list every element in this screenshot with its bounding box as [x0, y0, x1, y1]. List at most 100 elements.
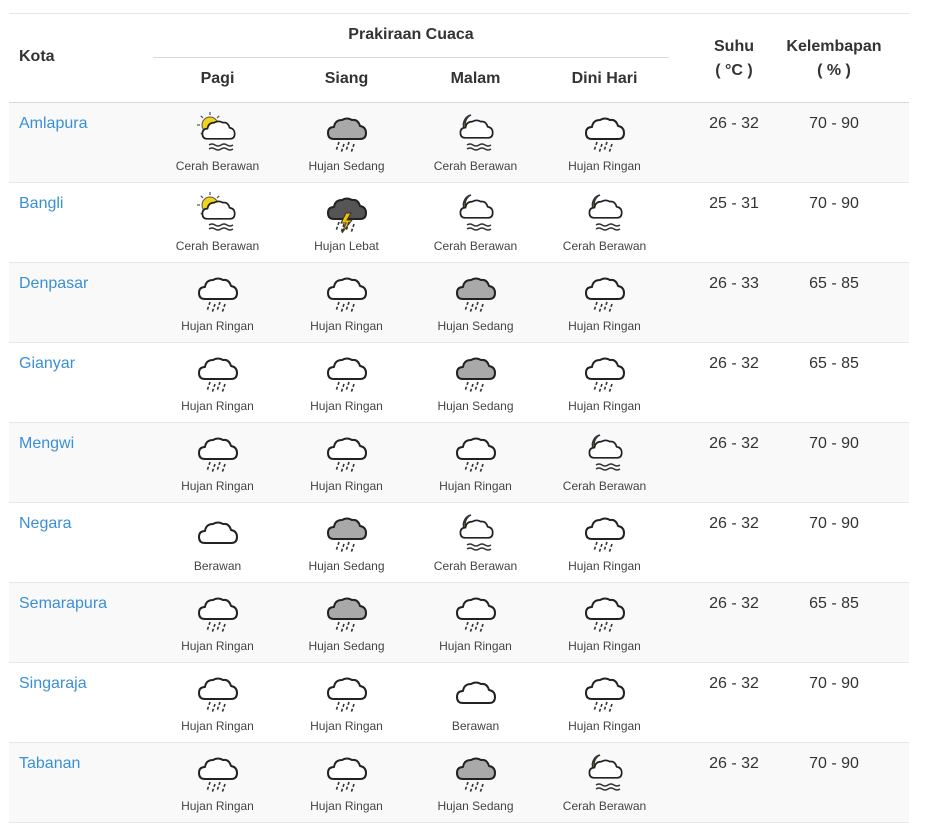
- forecast-condition: Hujan Sedang: [308, 639, 385, 653]
- cloud-icon: [197, 521, 238, 544]
- forecast-condition: Hujan Ringan: [568, 719, 641, 733]
- forecast-condition: Hujan Ringan: [310, 399, 383, 413]
- light-rain-icon: [584, 117, 625, 154]
- header-pagi: Pagi: [200, 70, 235, 87]
- forecast-cell: Hujan Sedang: [411, 271, 540, 337]
- humidity-value: 70 - 90: [809, 435, 859, 452]
- header-malam: Malam: [450, 70, 501, 87]
- light-rain-icon: [455, 437, 496, 474]
- forecast-cell: Berawan: [411, 671, 540, 737]
- header-dini-hari: Dini Hari: [571, 70, 638, 87]
- forecast-cell: Hujan Ringan: [282, 271, 411, 337]
- table-body: Amlapura Cerah Berawan Hujan Sedang Cerah…: [9, 103, 909, 823]
- city-link[interactable]: Denpasar: [19, 275, 88, 293]
- table-row: Semarapura Hujan Ringan Hujan Sedang Hujan …: [9, 583, 909, 663]
- forecast-condition: Hujan Ringan: [439, 479, 512, 493]
- light-rain-icon: [197, 757, 238, 794]
- humidity-value: 70 - 90: [809, 515, 859, 532]
- partly-cloudy-moon-icon: [459, 514, 494, 551]
- moderate-rain-icon: [455, 277, 496, 314]
- forecast-condition: Hujan Ringan: [181, 319, 254, 333]
- forecast-condition: Hujan Sedang: [437, 799, 514, 813]
- partly-cloudy-moon-icon: [588, 194, 623, 231]
- table-row: Tabanan Hujan Ringan Hujan Ringan Hujan Sed…: [9, 743, 909, 823]
- table-row: Negara Berawan Hujan Sedang Cerah Berawan H…: [9, 503, 909, 583]
- forecast-condition: Cerah Berawan: [175, 159, 260, 173]
- forecast-condition: Hujan Ringan: [181, 399, 254, 413]
- forecast-cell: Hujan Sedang: [282, 511, 411, 577]
- city-link[interactable]: Singaraja: [19, 675, 87, 693]
- light-rain-icon: [197, 677, 238, 714]
- moderate-rain-icon: [455, 357, 496, 394]
- partly-cloudy-moon-icon: [588, 434, 623, 471]
- forecast-condition: Hujan Sedang: [437, 319, 514, 333]
- forecast-cell: Hujan Ringan: [153, 351, 282, 417]
- header-kelembapan-unit: ( % ): [817, 62, 851, 79]
- forecast-cell: Hujan Sedang: [282, 111, 411, 177]
- city-link[interactable]: Amlapura: [19, 115, 87, 133]
- cloud-icon: [455, 681, 496, 704]
- table-row: Denpasar Hujan Ringan Hujan Ringan Hujan Se…: [9, 263, 909, 343]
- city-link[interactable]: Tabanan: [19, 755, 80, 773]
- forecast-condition: Cerah Berawan: [175, 239, 260, 253]
- humidity-value: 70 - 90: [809, 675, 859, 692]
- forecast-condition: Hujan Sedang: [437, 399, 514, 413]
- forecast-condition: Hujan Ringan: [181, 639, 254, 653]
- forecast-condition: Hujan Ringan: [310, 719, 383, 733]
- city-link[interactable]: Negara: [19, 515, 71, 533]
- light-rain-icon: [455, 597, 496, 634]
- forecast-cell: Hujan Ringan: [540, 591, 669, 657]
- humidity-value: 70 - 90: [809, 115, 859, 132]
- forecast-cell: Hujan Sedang: [411, 751, 540, 817]
- forecast-cell: Hujan Ringan: [153, 751, 282, 817]
- header-siang: Siang: [324, 70, 369, 87]
- city-link[interactable]: Mengwi: [19, 435, 74, 453]
- forecast-condition: Hujan Ringan: [181, 799, 254, 813]
- humidity-value: 65 - 85: [809, 275, 859, 292]
- forecast-cell: Cerah Berawan: [153, 111, 282, 177]
- forecast-cell: Hujan Ringan: [153, 671, 282, 737]
- city-link[interactable]: Bangli: [19, 195, 63, 213]
- forecast-condition: Cerah Berawan: [433, 559, 518, 573]
- forecast-cell: Cerah Berawan: [540, 751, 669, 817]
- table-row: Singaraja Hujan Ringan Hujan Ringan Berawan…: [9, 663, 909, 743]
- table-row: Mengwi Hujan Ringan Hujan Ringan Hujan Ring…: [9, 423, 909, 503]
- forecast-cell: Cerah Berawan: [411, 191, 540, 257]
- table-row: Amlapura Cerah Berawan Hujan Sedang Cerah…: [9, 103, 909, 183]
- forecast-cell: Hujan Ringan: [282, 351, 411, 417]
- header-kota: Kota: [19, 48, 55, 65]
- forecast-condition: Hujan Ringan: [310, 319, 383, 333]
- city-link[interactable]: Semarapura: [19, 595, 107, 613]
- table-row: Bangli Cerah Berawan Hujan Lebat Cerah Be…: [9, 183, 909, 263]
- light-rain-icon: [326, 757, 367, 794]
- light-rain-icon: [326, 677, 367, 714]
- forecast-cell: Cerah Berawan: [540, 431, 669, 497]
- light-rain-icon: [584, 517, 625, 554]
- moderate-rain-icon: [326, 597, 367, 634]
- forecast-condition: Berawan: [193, 559, 242, 573]
- forecast-condition: Hujan Sedang: [308, 559, 385, 573]
- forecast-condition: Hujan Ringan: [181, 719, 254, 733]
- city-link[interactable]: Gianyar: [19, 355, 75, 373]
- partly-cloudy-sun-icon: [196, 192, 236, 231]
- forecast-cell: Hujan Ringan: [153, 591, 282, 657]
- light-rain-icon: [326, 357, 367, 394]
- forecast-condition: Hujan Ringan: [568, 639, 641, 653]
- thunderstorm-icon: [326, 197, 367, 234]
- forecast-condition: Cerah Berawan: [562, 239, 647, 253]
- humidity-value: 65 - 85: [809, 355, 859, 372]
- forecast-condition: Cerah Berawan: [433, 239, 518, 253]
- forecast-cell: Hujan Ringan: [282, 671, 411, 737]
- forecast-cell: Hujan Ringan: [411, 431, 540, 497]
- forecast-cell: Hujan Ringan: [153, 431, 282, 497]
- light-rain-icon: [584, 357, 625, 394]
- forecast-condition: Hujan Ringan: [568, 319, 641, 333]
- header-kelembapan: Kelembapan ( % ): [779, 35, 889, 83]
- forecast-condition: Hujan Ringan: [568, 399, 641, 413]
- forecast-condition: Hujan Ringan: [568, 559, 641, 573]
- light-rain-icon: [326, 437, 367, 474]
- forecast-condition: Cerah Berawan: [433, 159, 518, 173]
- forecast-cell: Hujan Ringan: [540, 351, 669, 417]
- table-row: Gianyar Hujan Ringan Hujan Ringan Hujan Sed…: [9, 343, 909, 423]
- forecast-condition: Hujan Lebat: [314, 239, 379, 253]
